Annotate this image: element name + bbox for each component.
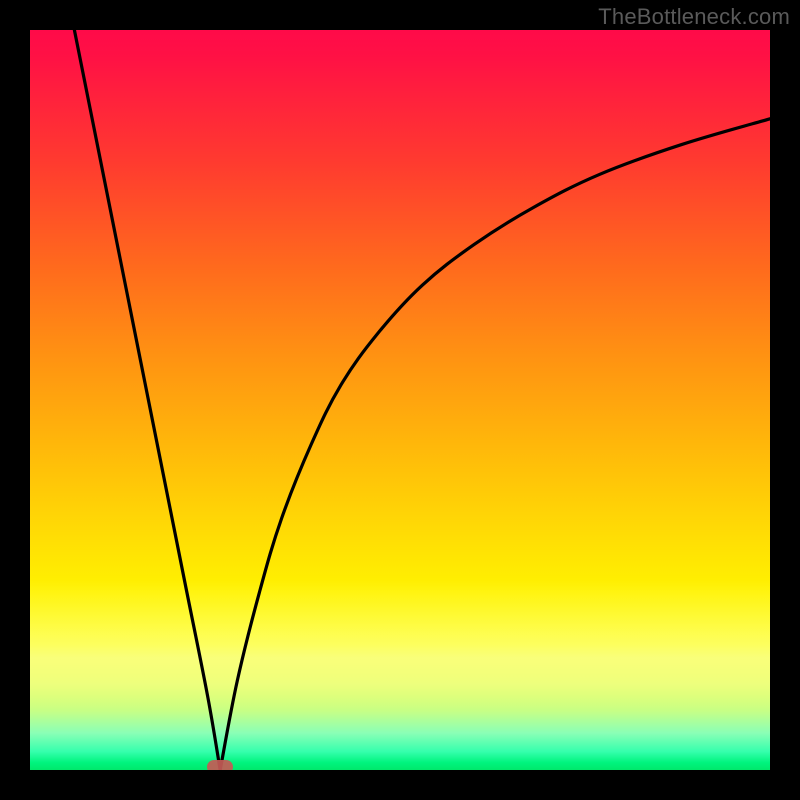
- curve-path-left: [74, 30, 220, 770]
- chart-frame: TheBottleneck.com: [0, 0, 800, 800]
- curve-path-right: [220, 119, 770, 770]
- min-marker: [207, 760, 233, 770]
- curve-svg: [30, 30, 770, 770]
- watermark-text: TheBottleneck.com: [598, 4, 790, 30]
- plot-area: [30, 30, 770, 770]
